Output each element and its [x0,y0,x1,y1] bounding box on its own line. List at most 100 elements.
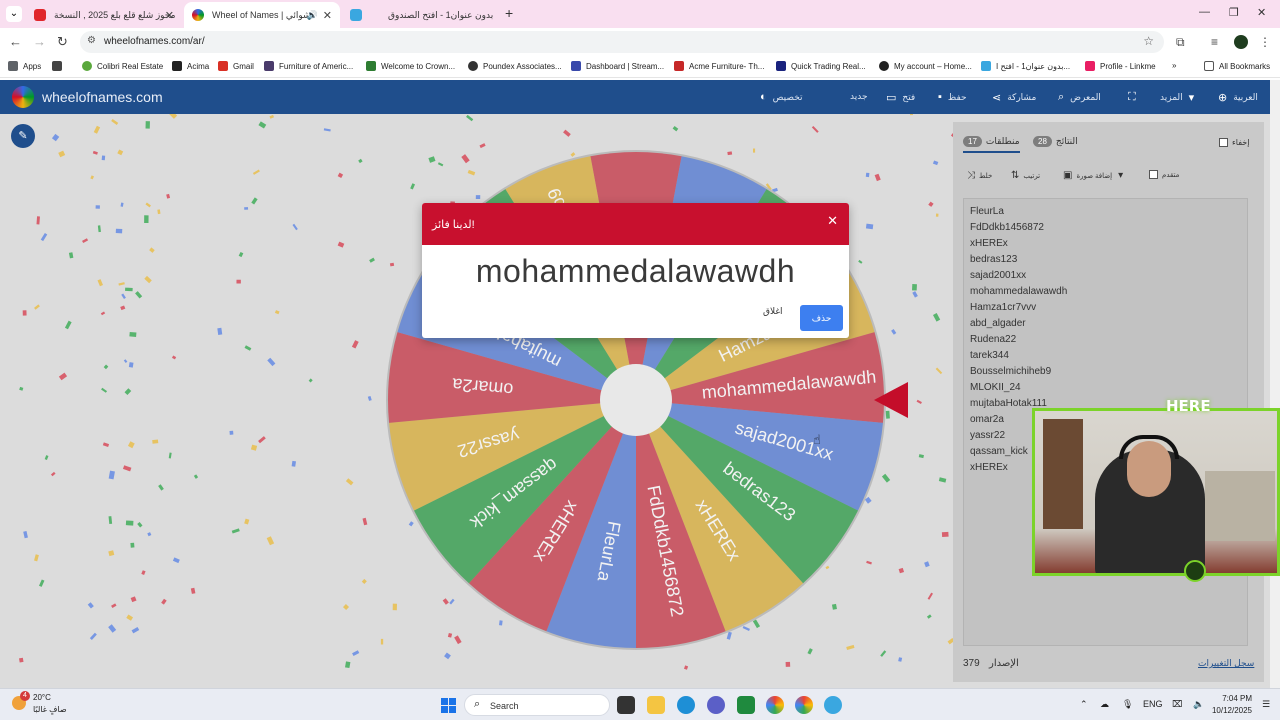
entry-item[interactable]: Hamza1cr7vvv [970,300,1241,316]
advanced-toggle[interactable]: متقدم [1149,170,1179,179]
bookmark-star-icon[interactable]: ☆ [1143,34,1154,48]
all-bookmarks[interactable]: All Bookmarks [1204,61,1270,71]
tab-search-icon[interactable]: ⌄ [6,6,22,22]
entry-item[interactable]: MLOKII_24 [970,380,1241,396]
new-button[interactable]: جديد [850,91,868,102]
browser-tab-2[interactable]: Wheel of Names | العشوائي 🔊 ✕ [184,2,340,28]
forward-icon[interactable]: → [33,34,46,49]
entry-item[interactable]: FleurLa [970,204,1241,220]
bookmark-acima[interactable]: Acima [172,61,209,71]
close-icon[interactable]: ✕ [827,213,838,229]
bookmark-dashboard[interactable]: Dashboard | Stream... [571,61,664,71]
entry-item[interactable]: Rudena22 [970,332,1241,348]
entry-item[interactable]: abd_algader [970,316,1241,332]
browser-menu-icon[interactable]: ⋮ [1259,35,1271,49]
url-field[interactable]: ⚙ wheelofnames.com/ar/ ☆ [80,31,1164,53]
entry-item[interactable]: mohammedalawawdh [970,284,1241,300]
tab-entries[interactable]: 17 منطلقات [963,136,1020,153]
bookmark-grid[interactable] [52,61,67,71]
new-tab-icon[interactable]: + [505,5,513,21]
discord-icon[interactable] [707,696,725,714]
bookmark-poundex[interactable]: Poundex Associates... [468,61,562,71]
minimize-icon[interactable]: — [1199,6,1210,18]
wheel-hub[interactable] [600,364,672,436]
app-icon[interactable] [737,696,755,714]
close-tab-icon[interactable]: ✕ [323,9,332,22]
changelog-link[interactable]: سجل التغييرات [1198,658,1254,669]
bookmark-my-account[interactable]: My account – Home... [879,61,972,71]
start-button[interactable] [441,698,456,713]
bookmark-gmail[interactable]: Gmail [218,61,254,71]
tab-results[interactable]: 28 النتائج [1033,136,1078,147]
file-explorer-icon[interactable] [647,696,665,714]
open-button[interactable]: ▭ فتح [886,91,915,104]
bookmark-furniture-america[interactable]: Furniture of Americ... [264,61,353,71]
palette-icon: ◐ [760,91,767,103]
reload-icon[interactable]: ↻ [57,34,68,50]
more-button[interactable]: المزيد ▾ [1160,91,1194,104]
bookmark-colibri[interactable]: Colibri Real Estate [82,61,163,71]
shuffle-button[interactable]: ⤨ خلط [967,170,992,181]
network-icon[interactable]: ⌧ [1172,699,1182,710]
gallery-button[interactable]: ⌕ المعرض [1058,91,1101,104]
bookmark-apps[interactable]: Apps [8,61,41,71]
close-button[interactable]: اغلاق [763,306,783,317]
browser-tab-1[interactable]: محوز شلع قلع بلع 2025 , النسخة ✕ [26,2,182,28]
mic-icon[interactable]: 🎙 [1122,699,1133,710]
advanced-checkbox[interactable] [1149,170,1158,179]
confetti-piece [125,520,134,526]
volume-icon[interactable]: 🔈 [1193,699,1204,710]
entry-item[interactable]: bedras123 [970,252,1241,268]
entry-item[interactable]: xHEREx [970,236,1241,252]
tray-chevron-icon[interactable]: ⌃ [1080,699,1088,710]
customize-button[interactable]: ◐ تخصيص [760,91,803,103]
entry-item[interactable]: Bousselmichiheb9 [970,364,1241,380]
bookmark-acme[interactable]: Acme Furniture- Th... [674,61,764,71]
confetti-piece [250,444,258,451]
clock[interactable]: 7:04 PM 10/12/2025 [1208,694,1252,715]
task-view-icon[interactable] [617,696,635,714]
edit-pencil-icon[interactable]: ✎ [11,124,35,148]
share-button[interactable]: ⋖ مشاركة [992,91,1036,104]
back-icon[interactable]: ← [9,34,22,49]
chrome-active-icon[interactable] [795,696,813,714]
confetti-piece [683,665,689,670]
extensions-icon[interactable]: ⧉ [1176,35,1185,50]
sort-button[interactable]: ⇅ ترتيب [1011,170,1040,181]
entry-item[interactable]: sajad2001xx [970,268,1241,284]
fullscreen-button[interactable]: ⛶ [1128,91,1142,104]
language-button[interactable]: ⊕ العربية [1218,91,1258,104]
site-info-icon[interactable]: ⚙ [87,35,96,46]
notifications-icon[interactable]: ☰ [1262,699,1270,710]
media-icon[interactable]: ≡ [1211,35,1218,49]
hide-toggle[interactable]: إخفاء [1219,138,1249,147]
entry-item[interactable]: FdDdkb1456872 [970,220,1241,236]
bookmark-crown[interactable]: Welcome to Crown... [366,61,455,71]
edge-icon[interactable] [677,696,695,714]
speaker-icon[interactable]: 🔊 [307,10,318,21]
profile-avatar[interactable] [1234,35,1248,49]
restore-icon[interactable]: ❐ [1229,6,1239,19]
confetti-piece [117,149,124,156]
hide-checkbox[interactable] [1219,138,1228,147]
close-tab-icon[interactable]: ✕ [165,9,174,22]
confetti-piece [244,207,249,210]
language-indicator[interactable]: ENG [1143,699,1163,709]
cloud-icon[interactable]: ☁ [1100,699,1109,710]
add-image-button[interactable]: ▣ إضافة صورة ▾ [1063,170,1127,181]
bookmarks-overflow-icon[interactable]: » [1172,61,1176,70]
taskbar-search[interactable]: ⌕ Search [464,694,610,716]
brand-name[interactable]: wheelofnames.com [42,89,163,105]
bookmark-box[interactable]: بدون عنوان1 - افتح ا... [981,61,1070,71]
chrome-icon[interactable] [766,696,784,714]
app-icon-2[interactable] [824,696,842,714]
bookmark-quick-trading[interactable]: Quick Trading Real... [776,61,866,71]
wheel-logo-icon[interactable] [12,86,34,108]
remove-button[interactable]: حذف [800,305,843,331]
bookmark-linkme[interactable]: Profile - Linkme [1085,61,1156,71]
entry-item[interactable]: tarek344 [970,348,1241,364]
browser-tab-3[interactable]: بدون عنوان1 - افتح الصندوق [342,2,498,28]
close-window-icon[interactable]: ✕ [1257,6,1266,19]
save-button[interactable]: ▪ حفظ [938,91,967,103]
page-scrollbar[interactable] [1270,80,1280,688]
